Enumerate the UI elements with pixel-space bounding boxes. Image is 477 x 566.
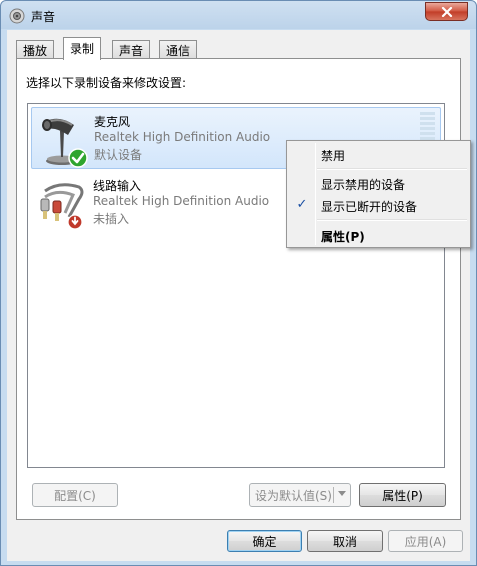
close-button[interactable] bbox=[425, 2, 468, 21]
ok-button[interactable]: 确定 bbox=[227, 530, 302, 552]
menu-item-show-disconnected-devices[interactable]: ✓ 显示已断开的设备 bbox=[289, 194, 468, 216]
default-check-icon bbox=[68, 148, 88, 168]
device-status: 默认设备 bbox=[94, 148, 143, 162]
window-title: 声音 bbox=[31, 10, 56, 24]
instruction-text: 选择以下录制设备来修改设置: bbox=[26, 76, 187, 90]
menu-separator bbox=[317, 219, 467, 221]
menu-item-disable[interactable]: 禁用 bbox=[289, 143, 468, 165]
speaker-icon bbox=[9, 8, 25, 24]
menu-item-label: 显示禁用的设备 bbox=[321, 178, 406, 192]
menu-item-label: 禁用 bbox=[321, 149, 346, 163]
menu-item-label: 属性(P) bbox=[321, 230, 365, 244]
tab-recording[interactable]: 录制 bbox=[63, 37, 102, 60]
dialog-client-area: 播放 录制 声音 通信 选择以下录制设备来修改设置: 麦克风 Realtek H… bbox=[7, 30, 470, 561]
chevron-down-icon[interactable] bbox=[338, 491, 346, 496]
device-driver: Realtek High Definition Audio bbox=[94, 130, 271, 144]
tab-playback[interactable]: 播放 bbox=[16, 40, 55, 59]
properties-button[interactable]: 属性(P) bbox=[359, 483, 446, 507]
set-default-split-button[interactable]: 设为默认值(S) bbox=[249, 483, 351, 507]
apply-button[interactable]: 应用(A) bbox=[388, 530, 463, 552]
set-default-label: 设为默认值(S) bbox=[255, 488, 332, 503]
context-menu: 禁用 显示禁用的设备 ✓ 显示已断开的设备 属性(P) bbox=[286, 140, 471, 248]
configure-button[interactable]: 配置(C) bbox=[32, 483, 118, 507]
cancel-button[interactable]: 取消 bbox=[307, 530, 383, 552]
tab-communications[interactable]: 通信 bbox=[159, 40, 198, 59]
menu-separator bbox=[317, 168, 467, 170]
device-name: 麦克风 bbox=[94, 115, 131, 129]
checkmark-icon: ✓ bbox=[296, 197, 308, 212]
sound-dialog-window: 声音 播放 录制 声音 通信 选择以下录制设备来修改设置: 麦克风 Realte… bbox=[0, 0, 477, 566]
menu-item-label: 显示已断开的设备 bbox=[321, 200, 418, 214]
device-name: 线路输入 bbox=[93, 179, 142, 193]
menu-item-properties[interactable]: 属性(P) bbox=[289, 224, 468, 246]
unplugged-icon bbox=[67, 214, 83, 230]
tab-sounds[interactable]: 声音 bbox=[112, 40, 151, 59]
title-bar[interactable]: 声音 bbox=[1, 1, 476, 31]
menu-item-show-disabled-devices[interactable]: 显示禁用的设备 bbox=[289, 172, 468, 194]
device-driver: Realtek High Definition Audio bbox=[93, 194, 270, 208]
split-divider bbox=[333, 487, 334, 503]
device-status: 未插入 bbox=[93, 212, 130, 226]
close-icon bbox=[441, 6, 452, 17]
